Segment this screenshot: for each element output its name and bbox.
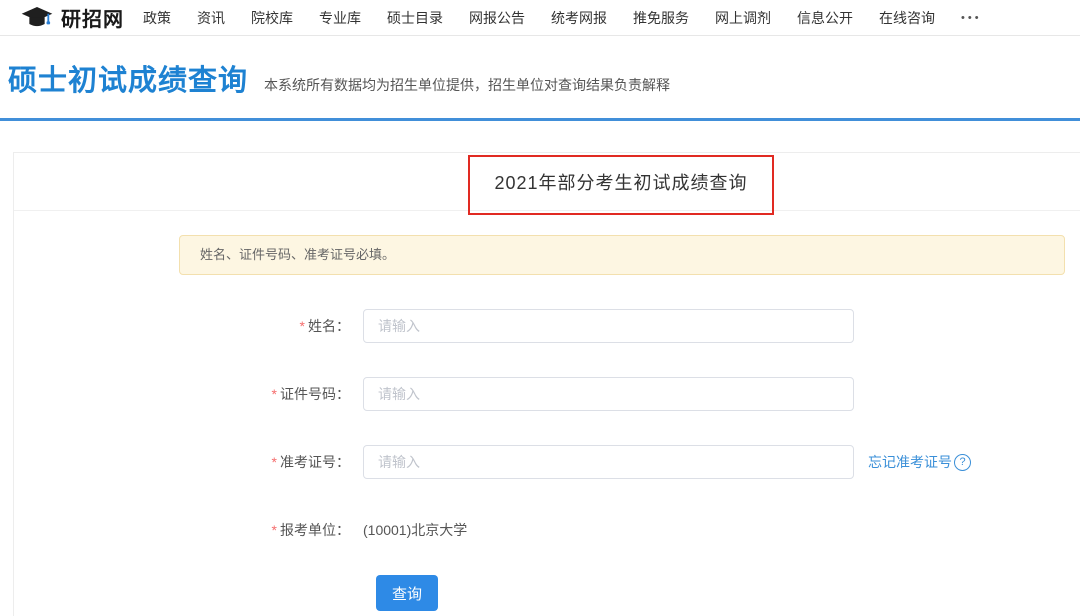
nav-more-ellipsis-icon[interactable]: ••• — [948, 0, 995, 36]
top-navigation: 研招网 政策 资讯 院校库 专业库 硕士目录 网报公告 统考网报 推免服务 网上… — [0, 0, 1080, 36]
card-title: 2021年部分考生初试成绩查询 — [494, 169, 747, 195]
nav-item-info-disclosure[interactable]: 信息公开 — [784, 0, 866, 36]
nav-item-college-library[interactable]: 院校库 — [238, 0, 306, 36]
required-mark: * — [300, 318, 305, 334]
submit-row: 查询 — [14, 575, 1080, 611]
required-mark: * — [272, 454, 277, 470]
nav-item-major-library[interactable]: 专业库 — [306, 0, 374, 36]
form-row-name: *姓名： — [14, 309, 1080, 343]
nav-menu: 政策 资讯 院校库 专业库 硕士目录 网报公告 统考网报 推免服务 网上调剂 信… — [130, 0, 995, 36]
target-institution-value: (10001)北京大学 — [363, 520, 467, 540]
score-query-page: 研招网 政策 资讯 院校库 专业库 硕士目录 网报公告 统考网报 推免服务 网上… — [0, 0, 1080, 616]
name-label: *姓名： — [14, 316, 363, 336]
nav-item-news[interactable]: 资讯 — [184, 0, 238, 36]
graduation-cap-icon — [20, 5, 54, 31]
required-fields-notice: 姓名、证件号码、准考证号必填。 — [179, 235, 1065, 275]
query-button[interactable]: 查询 — [376, 575, 438, 611]
page-title: 硕士初试成绩查询 — [8, 57, 248, 99]
forgot-ticket-link[interactable]: 忘记准考证号? — [868, 452, 971, 472]
target-institution-label: *报考单位： — [14, 520, 363, 540]
admission-ticket-input[interactable] — [363, 445, 854, 479]
name-input[interactable] — [363, 309, 854, 343]
admission-ticket-label: *准考证号： — [14, 452, 363, 472]
nav-item-unified-exam-report[interactable]: 统考网报 — [538, 0, 620, 36]
required-mark: * — [272, 522, 277, 538]
nav-item-master-catalog[interactable]: 硕士目录 — [374, 0, 456, 36]
nav-item-policy[interactable]: 政策 — [130, 0, 184, 36]
form-row-id-number: *证件号码： — [14, 377, 1080, 411]
logo-text: 研招网 — [61, 3, 124, 32]
nav-item-exempt-service[interactable]: 推免服务 — [620, 0, 702, 36]
id-number-input[interactable] — [363, 377, 854, 411]
query-form: *姓名： *证件号码： *准考证号： 忘记准考证号? *报考单位： (10001… — [14, 309, 1080, 611]
card-header: 2021年部分考生初试成绩查询 — [14, 153, 1080, 211]
page-subtitle: 本系统所有数据均为招生单位提供，招生单位对查询结果负责解释 — [264, 75, 670, 95]
nav-item-online-consult[interactable]: 在线咨询 — [866, 0, 948, 36]
query-card: 2021年部分考生初试成绩查询 姓名、证件号码、准考证号必填。 *姓名： *证件… — [13, 152, 1080, 616]
page-header: 硕士初试成绩查询 本系统所有数据均为招生单位提供，招生单位对查询结果负责解释 — [8, 57, 670, 99]
nav-item-online-adjustment[interactable]: 网上调剂 — [702, 0, 784, 36]
required-mark: * — [272, 386, 277, 402]
id-number-label: *证件号码： — [14, 384, 363, 404]
header-divider — [0, 118, 1080, 121]
question-circle-icon: ? — [954, 454, 971, 471]
form-row-admission-ticket: *准考证号： 忘记准考证号? — [14, 445, 1080, 479]
site-logo[interactable]: 研招网 — [20, 3, 124, 32]
form-row-target-institution: *报考单位： (10001)北京大学 — [14, 513, 1080, 547]
nav-item-online-report-notice[interactable]: 网报公告 — [456, 0, 538, 36]
